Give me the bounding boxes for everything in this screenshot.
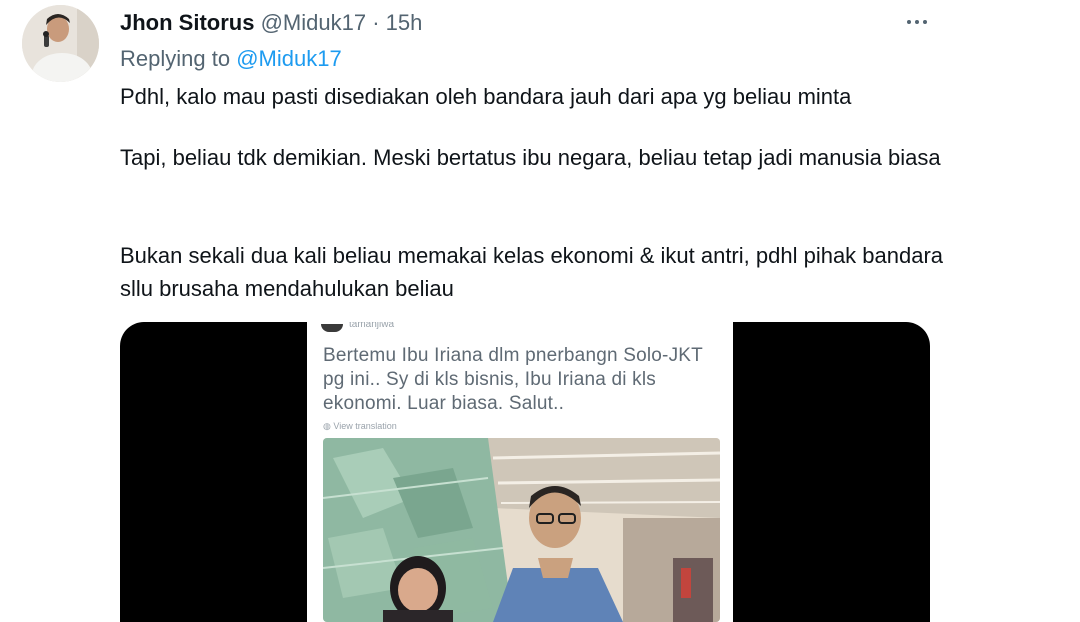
avatar[interactable]	[22, 5, 99, 82]
replying-to: Replying to @Miduk17	[120, 45, 342, 73]
tweet-paragraph: Pdhl, kalo mau pasti disediakan oleh ban…	[120, 84, 852, 109]
more-options-button[interactable]	[900, 9, 934, 35]
globe-icon: ◍	[323, 421, 334, 431]
meta-separator: ·	[372, 10, 380, 35]
replying-to-handle[interactable]: @Miduk17	[236, 46, 342, 71]
tweet-timestamp[interactable]: 15h	[386, 10, 423, 35]
display-name[interactable]: Jhon Sitorus	[120, 10, 254, 35]
embedded-tweet-screenshot: tamanjiwa Bertemu Ibu Iriana dlm pnerban…	[307, 322, 733, 622]
view-translation-link: ◍ View translation	[323, 421, 397, 431]
tweet-media[interactable]: tamanjiwa Bertemu Ibu Iriana dlm pnerban…	[120, 322, 930, 622]
avatar-photo	[22, 5, 99, 82]
embedded-tweet-text: Bertemu Ibu Iriana dlm pnerbangn Solo-JK…	[323, 345, 703, 414]
replying-to-label: Replying to	[120, 46, 231, 71]
tweet-header: Jhon Sitorus @Miduk17 · 15h	[120, 9, 422, 37]
embedded-username: tamanjiwa	[349, 322, 395, 330]
more-horizontal-icon	[907, 20, 927, 24]
tweet-paragraph: Bukan sekali dua kali beliau memakai kel…	[120, 243, 944, 301]
embedded-avatar	[321, 324, 343, 332]
user-handle[interactable]: @Miduk17	[261, 10, 367, 35]
embedded-photo	[323, 438, 720, 622]
airport-photo	[323, 438, 720, 622]
tweet-paragraph: Tapi, beliau tdk demikian. Meski bertatu…	[120, 145, 941, 170]
embedded-tweet-header: tamanjiwa	[321, 322, 441, 332]
